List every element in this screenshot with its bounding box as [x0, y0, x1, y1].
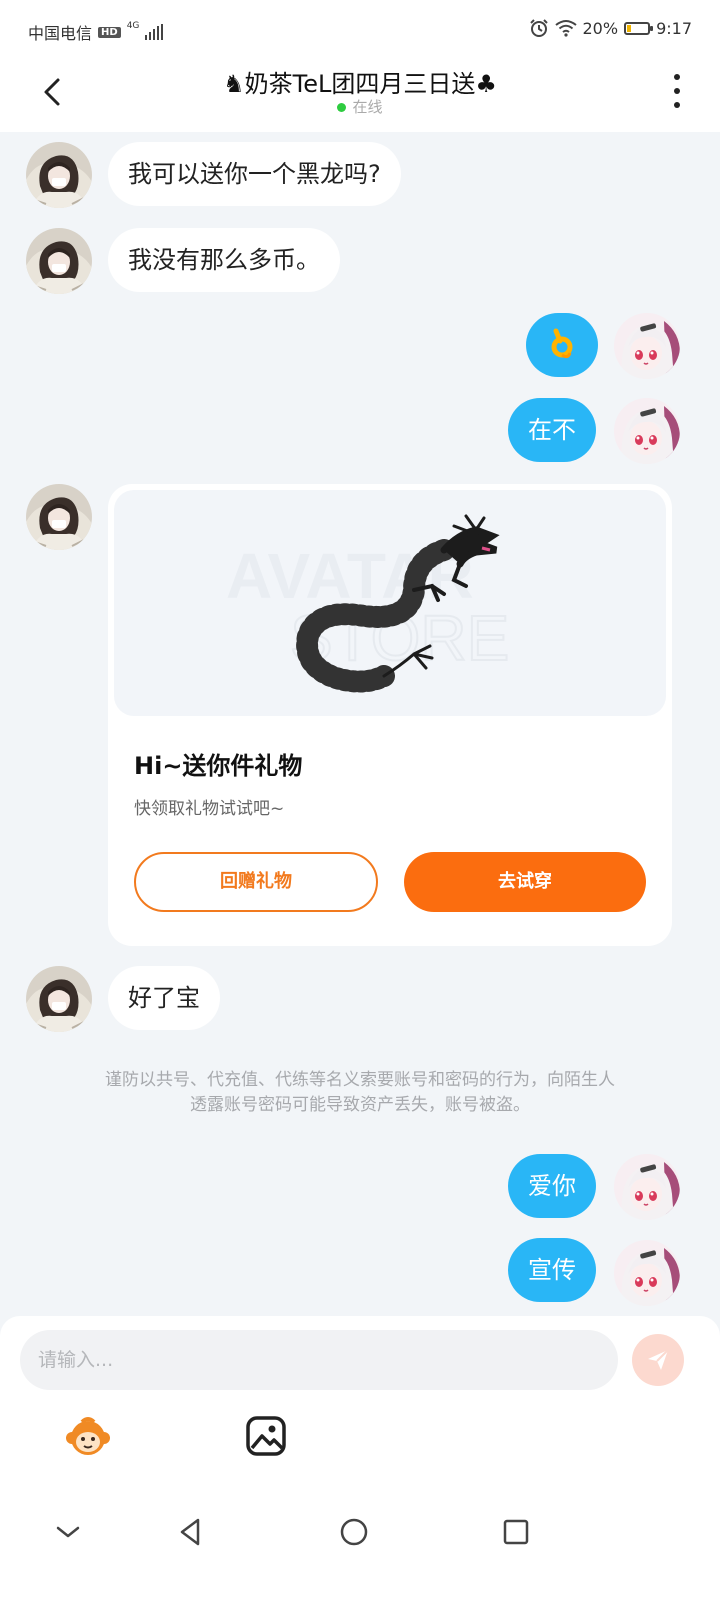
send-icon [648, 1349, 669, 1370]
circle-home-icon [340, 1518, 368, 1546]
my-avatar[interactable] [614, 1240, 680, 1306]
square-recents-icon [503, 1519, 529, 1545]
nav-back-button[interactable] [172, 1514, 208, 1550]
dot-icon [674, 74, 680, 80]
gift-image[interactable]: AVATAR STORE [114, 490, 666, 716]
dot-icon [674, 102, 680, 108]
message-bubble-mine[interactable] [526, 313, 598, 377]
online-label: 在线 [352, 98, 383, 116]
send-button[interactable] [632, 1334, 684, 1386]
message-bubble-mine[interactable]: 爱你 [508, 1154, 596, 1218]
message-bubble-mine[interactable]: 宣传 [508, 1238, 596, 1302]
chat-title: ♞奶茶TeL团四月三日送♣ [223, 70, 497, 98]
warning-line-1: 谨防以共号、代充值、代练等名义索要账号和密码的行为，向陌生人 [105, 1070, 615, 1090]
alarm-icon [529, 19, 548, 37]
image-icon [246, 1416, 286, 1456]
status-right: 20% 9:17 [529, 18, 692, 38]
message-input[interactable] [20, 1330, 618, 1390]
nav-home-button[interactable] [336, 1514, 372, 1550]
more-options-button[interactable] [670, 74, 684, 108]
contact-avatar[interactable] [26, 142, 92, 208]
online-dot [337, 103, 347, 112]
dot-icon [674, 88, 680, 94]
battery-icon [624, 21, 654, 35]
message-bubble[interactable]: 好了宝 [108, 966, 220, 1030]
chat-header: ♞奶茶TeL团四月三日送♣ 在线 [0, 60, 720, 132]
battery-percent: 20% [582, 18, 619, 38]
sticker-button[interactable] [64, 1412, 112, 1460]
wifi-icon [554, 20, 577, 37]
my-avatar[interactable] [614, 1154, 680, 1220]
chevron-down-icon [56, 1526, 80, 1538]
hd-badge: HD [98, 26, 121, 38]
message-bubble[interactable]: 我可以送你一个黑龙吗? [108, 142, 401, 206]
try-on-button[interactable]: 去试穿 [404, 852, 646, 912]
message-bubble-mine[interactable]: 在不 [508, 398, 596, 462]
contact-avatar[interactable] [26, 484, 92, 550]
clock: 9:17 [656, 18, 692, 38]
carrier-label: 中国电信 [28, 24, 93, 43]
security-warning: 谨防以共号、代充值、代练等名义索要账号和密码的行为，向陌生人 透露账号密码可能导… [50, 1068, 670, 1118]
contact-avatar[interactable] [26, 228, 92, 294]
my-avatar[interactable] [614, 313, 680, 379]
nav-recents-button[interactable] [498, 1514, 534, 1550]
my-avatar[interactable] [614, 398, 680, 464]
ok-hand-icon [551, 328, 573, 359]
gift-card[interactable]: AVATAR STORE Hi~送你件礼物 快领取礼物试试吧~ 回赠礼物 去试穿 [108, 484, 672, 946]
return-gift-button[interactable]: 回赠礼物 [134, 852, 378, 912]
gift-subtitle: 快领取礼物试试吧~ [134, 799, 285, 819]
status-left: 中国电信 HD 4G [28, 20, 164, 44]
network-type: 4G [126, 21, 140, 31]
contact-avatar[interactable] [26, 966, 92, 1032]
message-bubble[interactable]: 我没有那么多币。 [108, 228, 340, 292]
status-bar: 中国电信 HD 4G 20% 9:17 [0, 0, 720, 60]
gift-title: Hi~送你件礼物 [134, 752, 303, 780]
online-status: 在线 [0, 96, 720, 117]
monkey-icon [66, 1417, 110, 1455]
system-nav-bar [0, 1486, 720, 1600]
nav-collapse-button[interactable] [50, 1514, 86, 1550]
signal-icon [145, 24, 164, 40]
warning-line-2: 透露账号密码可能导致资产丢失，账号被盗。 [190, 1095, 530, 1115]
image-button[interactable] [242, 1412, 290, 1460]
triangle-back-icon [180, 1518, 200, 1546]
